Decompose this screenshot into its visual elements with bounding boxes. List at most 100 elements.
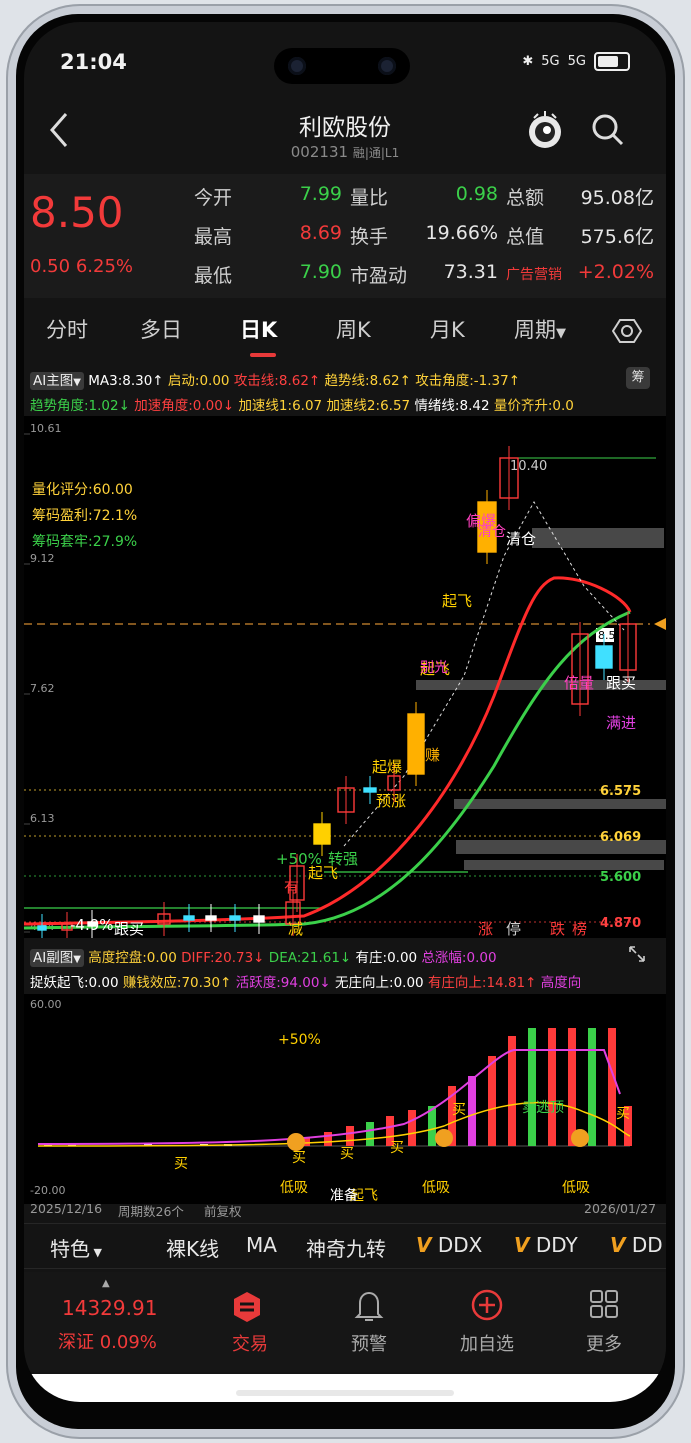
camera-lens-icon: [378, 57, 396, 75]
quote-value: 8.69: [299, 222, 342, 244]
toolbar-magic-nine[interactable]: 神奇九转: [306, 1233, 386, 1262]
tab-period-dropdown[interactable]: 周期▼: [514, 314, 566, 344]
quote-label: 换手: [350, 226, 389, 248]
sub-indicator-row: AI副图▼ 高度控盘:0.00 DIFF:20.73↓ DEA:21.61↓ 有…: [30, 946, 497, 967]
signal-label: 买: [174, 1156, 188, 1172]
indicator-bar: [548, 1028, 556, 1146]
quote-label: 总额: [506, 187, 545, 209]
indicator-value: 有庄:0.00: [355, 950, 422, 966]
resistance-zone: [532, 528, 664, 548]
signal-label: 买: [616, 1106, 630, 1122]
sector-label[interactable]: 广告营销: [506, 264, 562, 284]
candle-body: [363, 787, 377, 793]
tab-weekly-k[interactable]: 周K: [336, 314, 371, 344]
bluetooth-icon: ✱: [522, 54, 534, 69]
stock-code-line: 002131 融|通|L1: [24, 143, 666, 161]
quote-label: 量比: [350, 187, 389, 209]
signal-label: 跟买: [114, 920, 144, 938]
kline-chart[interactable]: 10.619.127.626.134.64量化评分:60.00筹码盈利:72.1…: [24, 416, 666, 938]
main-chart-selector[interactable]: AI主图▼: [30, 372, 84, 390]
mascot-button[interactable]: [526, 110, 564, 154]
toolbar-featured[interactable]: 特色 ▼: [50, 1233, 102, 1262]
settings-hexagon-icon: [611, 319, 643, 343]
tab-monthly-k[interactable]: 月K: [430, 314, 465, 344]
index-name[interactable]: 深证 0.09%: [58, 1328, 157, 1354]
nav-more[interactable]: 更多: [564, 1330, 644, 1356]
sub-indicator-chart[interactable]: 60.00-20.00+50%买买买低吸 低吸 低吸起飞准备买买 卖逃顶买: [24, 994, 666, 1204]
main-indicator-values: MA3:8.30↑ 启动:0.00 攻击线:8.62↑ 趋势线:8.62↑ 攻击…: [88, 373, 520, 389]
signal-label: 买: [292, 1150, 306, 1166]
level-label: 4.870: [600, 916, 641, 931]
candle-body: [595, 645, 613, 669]
toolbar-ma[interactable]: MA: [246, 1233, 277, 1257]
indicator-value: 赚钱效应:70.30↑: [122, 975, 236, 991]
toolbar-ddy[interactable]: V DDY: [514, 1233, 578, 1257]
quote-label: 今开: [194, 187, 233, 209]
indicator-value: 量价齐升:0.0: [493, 398, 574, 414]
indicator-bar: [568, 1028, 576, 1146]
date-start: 2025/12/16: [30, 1201, 103, 1216]
toolbar-dd[interactable]: V DD: [610, 1233, 663, 1257]
signal-label: 停: [506, 920, 521, 938]
candle-body: [407, 713, 425, 775]
indicator-value: 总涨幅:0.00: [421, 950, 497, 966]
chart-settings-button[interactable]: [611, 316, 643, 351]
quote-value: 95.08亿: [580, 187, 654, 209]
nav-trade[interactable]: 交易: [210, 1330, 290, 1356]
battery-icon: [594, 52, 630, 71]
expand-button[interactable]: [624, 944, 650, 966]
sub-chart-selector[interactable]: AI副图▼: [30, 949, 84, 967]
v-badge-icon: V: [514, 1233, 530, 1257]
gesture-area: [24, 1374, 666, 1402]
signal-label: 低吸: [422, 1180, 450, 1196]
period-count: 周期数26个: [118, 1204, 184, 1219]
quote-label: 最低: [194, 265, 233, 287]
date-end: 2026/01/27: [584, 1201, 657, 1216]
signal-label: 低吸: [280, 1180, 308, 1196]
nav-alert[interactable]: 预警: [329, 1330, 409, 1356]
toolbar-ddx[interactable]: V DDX: [416, 1233, 482, 1257]
signal-label: 低吸: [562, 1180, 590, 1196]
quote-value: 19.66%: [425, 222, 498, 244]
tab-daily-k[interactable]: 日K: [240, 314, 277, 344]
tab-intraday[interactable]: 分时: [46, 314, 88, 344]
mascot-icon: [529, 111, 561, 148]
indicator-value: 情绪线:8.42: [414, 398, 494, 414]
active-tab-indicator: [250, 353, 276, 357]
nav-add-watchlist[interactable]: 加自选: [447, 1330, 527, 1356]
home-indicator[interactable]: [236, 1390, 454, 1396]
signal-label: 满进: [606, 714, 636, 732]
adjust-mode[interactable]: 前复权: [204, 1201, 242, 1220]
price-change: 0.50 6.25%: [30, 256, 133, 277]
expand-icon: [629, 946, 645, 962]
quote-value: 7.99: [299, 183, 342, 205]
signal-label: 别光: [420, 660, 448, 676]
signal-label: 清仓: [478, 524, 506, 540]
trade-icon: [234, 1292, 260, 1322]
tab-multiday[interactable]: 多日: [140, 314, 182, 344]
sub-indicator-values: 高度控盘:0.00 DIFF:20.73↓ DEA:21.61↓ 有庄:0.00…: [88, 950, 496, 966]
quote-label: 总值: [506, 226, 545, 248]
indicator-value: 攻击角度:-1.37↑: [415, 373, 521, 389]
indicator-bar: [488, 1056, 496, 1146]
signal-label: 清仓: [506, 530, 536, 548]
stock-badges: 融|通|L1: [352, 146, 400, 160]
index-value[interactable]: 14329.91: [62, 1296, 157, 1320]
caret-down-icon: ▼: [556, 326, 566, 341]
toolbar-naked-k[interactable]: 裸K线: [166, 1233, 219, 1262]
chip-distribution-button[interactable]: 筹: [626, 367, 650, 389]
signal-label: -4.9%: [70, 916, 114, 934]
trophy-icon: [287, 1133, 305, 1151]
signal-label: 起飞: [308, 864, 338, 882]
add-watchlist-button[interactable]: [470, 1288, 504, 1326]
indicator-value: 趋势线:8.62↑: [324, 373, 416, 389]
more-button[interactable]: [588, 1288, 620, 1324]
alert-button[interactable]: [352, 1288, 386, 1328]
trade-button[interactable]: [230, 1290, 270, 1328]
signal-label: 减: [288, 920, 303, 938]
signal-label: +50%: [278, 1032, 321, 1048]
search-icon: [592, 114, 624, 146]
search-button[interactable]: [590, 112, 626, 152]
signal-label: 买: [452, 1102, 466, 1118]
signal-label: 跟买: [606, 674, 636, 692]
